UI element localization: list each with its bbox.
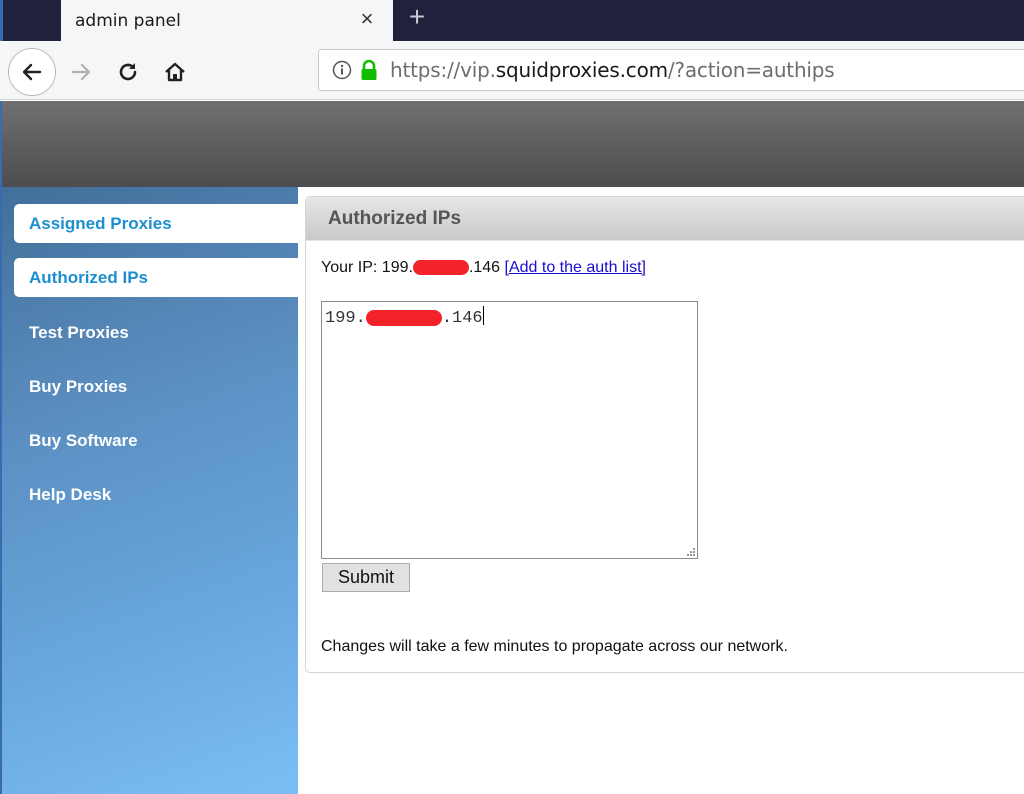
navigation-bar: https://vip.squidproxies.com/?action=aut… xyxy=(0,41,1024,100)
forward-button[interactable] xyxy=(64,55,98,89)
address-bar[interactable]: https://vip.squidproxies.com/?action=aut… xyxy=(318,49,1024,91)
text-caret xyxy=(482,306,484,325)
sidebar-item-help-desk[interactable]: Help Desk xyxy=(14,475,300,514)
url-prefix: https://vip. xyxy=(390,58,496,82)
submit-button[interactable]: Submit xyxy=(322,563,410,592)
resize-grip-icon[interactable] xyxy=(685,546,695,556)
back-arrow-icon xyxy=(22,63,42,81)
your-ip-line: Your IP: 199. .146 [Add to the auth list] xyxy=(321,259,646,277)
home-button[interactable] xyxy=(158,55,192,89)
propagation-note: Changes will take a few minutes to propa… xyxy=(321,638,788,655)
reload-button[interactable] xyxy=(111,55,145,89)
authorized-ips-textarea[interactable]: 199. .146 xyxy=(321,301,698,559)
ip-prefix: 199. xyxy=(381,259,413,276)
url-suffix: /?action=authips xyxy=(667,58,835,82)
redaction-mark xyxy=(412,260,469,276)
panel-title: Authorized IPs xyxy=(328,207,462,229)
sidebar-item-authorized-ips[interactable]: Authorized IPs xyxy=(14,258,300,297)
tab-strip: admin panel × + xyxy=(0,0,1024,41)
back-button[interactable] xyxy=(8,48,56,96)
panel-header: Authorized IPs xyxy=(306,197,1024,241)
forward-arrow-icon xyxy=(71,63,91,81)
sidebar-item-test-proxies[interactable]: Test Proxies xyxy=(14,313,300,352)
window-edge xyxy=(0,0,3,41)
authorized-ips-panel: Authorized IPs Your IP: 199. .146 [Add to… xyxy=(305,196,1024,673)
close-tab-icon[interactable]: × xyxy=(355,7,379,31)
home-icon xyxy=(165,62,185,82)
sidebar: Assigned Proxies Authorized IPs Test Pro… xyxy=(0,187,300,794)
ip-suffix: .146 xyxy=(468,259,501,276)
textarea-value-prefix: 199. xyxy=(325,309,366,328)
site-header xyxy=(0,101,1024,187)
tab-title: admin panel xyxy=(75,10,181,31)
reload-icon xyxy=(119,63,137,81)
url-host: squidproxies.com xyxy=(495,58,668,82)
tab-admin-panel[interactable]: admin panel × xyxy=(61,0,393,41)
redaction-mark xyxy=(365,309,442,326)
new-tab-button[interactable]: + xyxy=(403,3,431,32)
lock-icon[interactable] xyxy=(360,59,378,81)
sidebar-item-buy-proxies[interactable]: Buy Proxies xyxy=(14,367,300,406)
sidebar-item-assigned-proxies[interactable]: Assigned Proxies xyxy=(14,204,300,243)
url-text: https://vip.squidproxies.com/?action=aut… xyxy=(390,58,835,82)
your-ip-label: Your IP: xyxy=(321,259,378,276)
info-icon[interactable] xyxy=(332,60,352,80)
add-to-auth-list-link[interactable]: [Add to the auth list] xyxy=(505,259,646,276)
textarea-value-suffix: .146 xyxy=(441,309,483,328)
sidebar-item-buy-software[interactable]: Buy Software xyxy=(14,421,300,460)
